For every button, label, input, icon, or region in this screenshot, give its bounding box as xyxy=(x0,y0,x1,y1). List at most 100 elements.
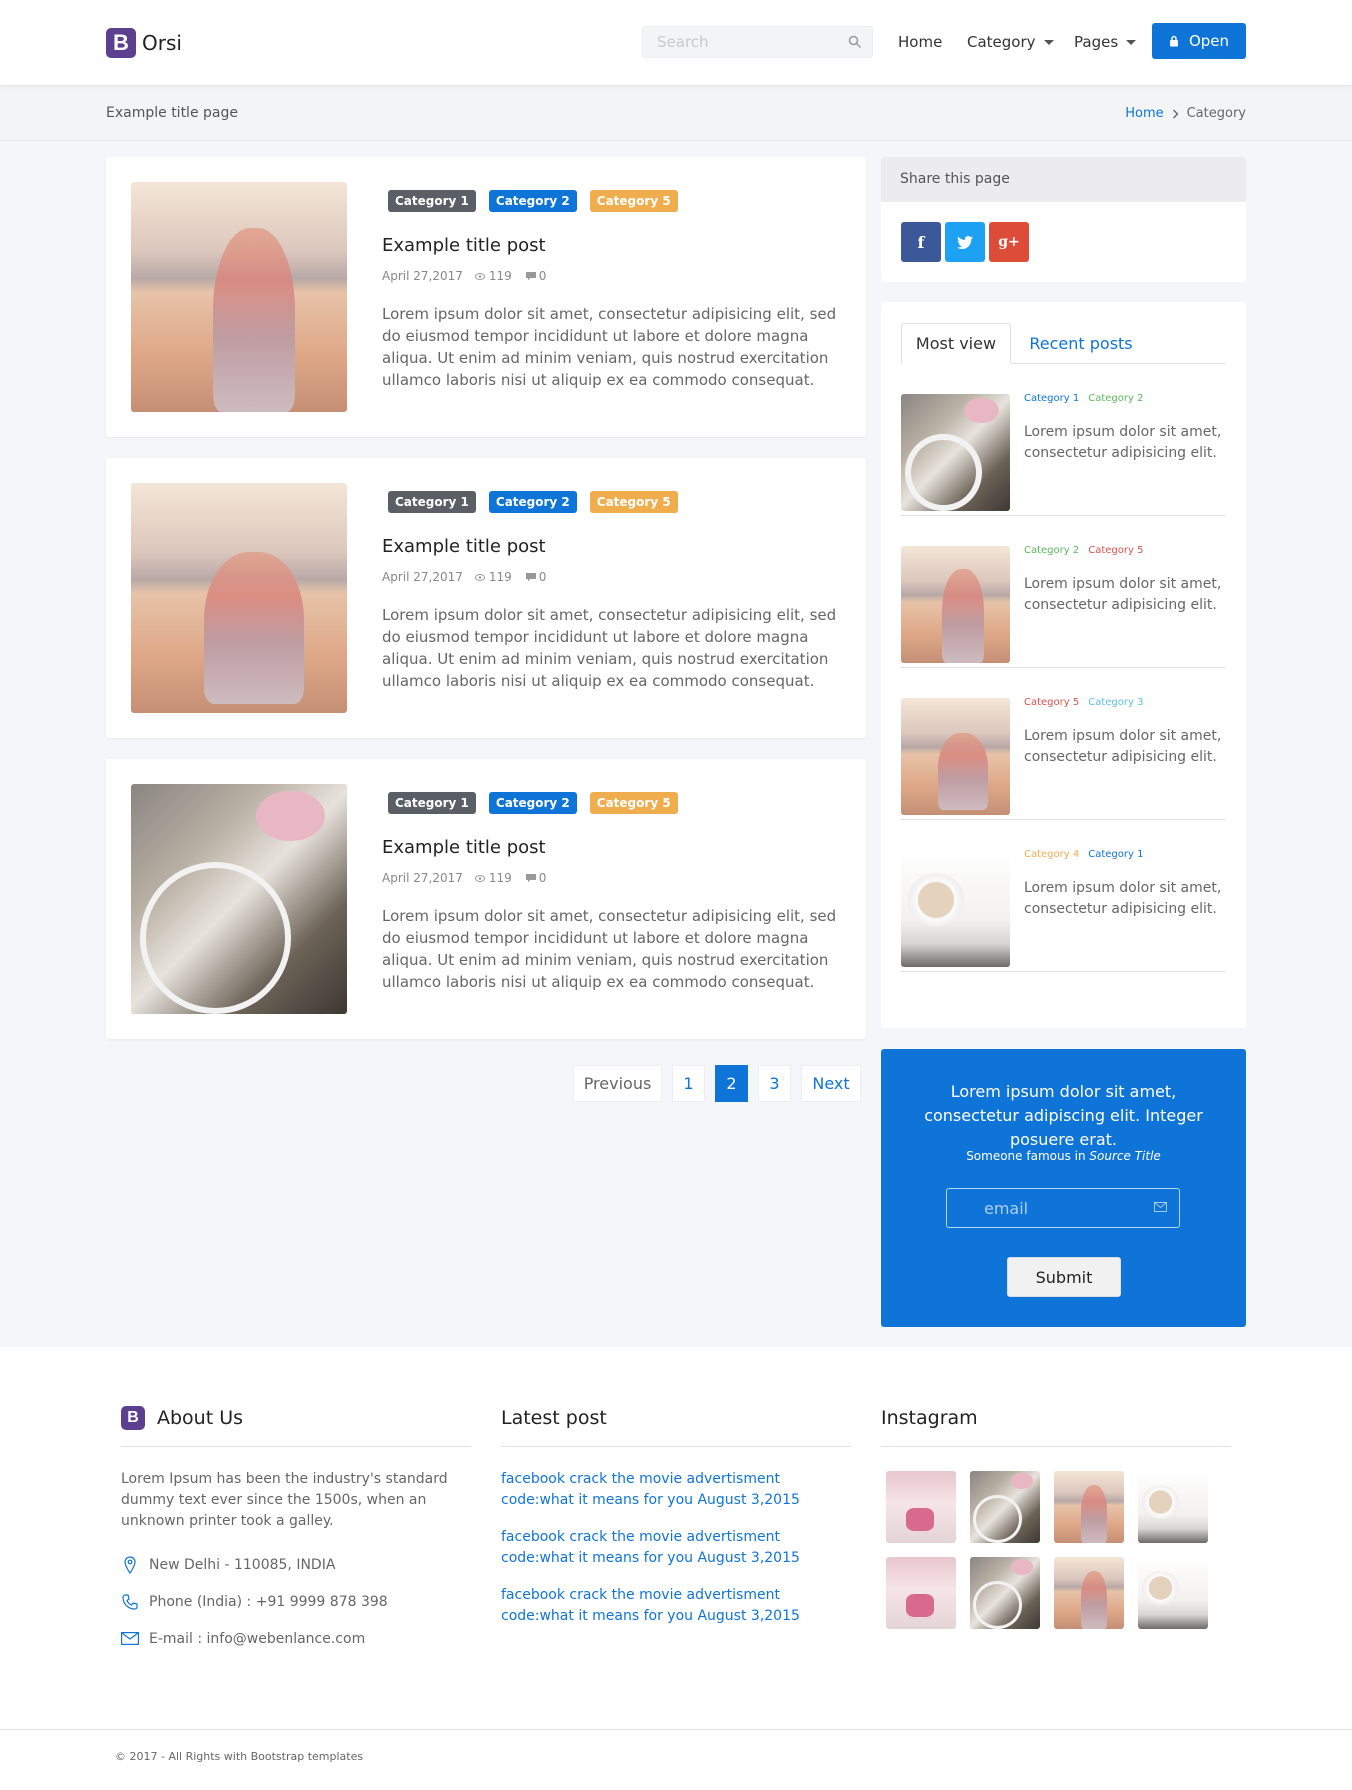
sweets-photo xyxy=(886,1471,956,1543)
side-post-category[interactable]: Category 2 xyxy=(1088,393,1143,404)
eye-icon xyxy=(474,272,485,280)
coffee-photo xyxy=(901,850,1010,967)
caret-down-icon xyxy=(1043,39,1054,45)
brand-logo: B xyxy=(121,1405,145,1430)
side-post-text[interactable]: Lorem ipsum dolor sit amet, consectetur … xyxy=(1024,574,1224,616)
footer-email: E-mail : info@webenlance.com xyxy=(149,1630,366,1647)
side-post-text[interactable]: Lorem ipsum dolor sit amet, consectetur … xyxy=(1024,422,1224,464)
instagram-thumb[interactable] xyxy=(886,1557,956,1629)
tag-category-5[interactable]: Category 5 xyxy=(589,792,678,814)
twitter-icon[interactable] xyxy=(945,222,985,262)
post-title[interactable]: Example title post xyxy=(382,536,546,557)
side-post-category[interactable]: Category 5 xyxy=(1024,697,1079,708)
instagram-thumb[interactable] xyxy=(1054,1471,1124,1543)
post-meta: April 27,2017 119 0 xyxy=(382,871,546,885)
side-post-image[interactable] xyxy=(901,546,1010,663)
nav-category[interactable]: Category xyxy=(967,33,1054,51)
footer-about-text: Lorem Ipsum has been the industry's stan… xyxy=(121,1471,448,1529)
side-post-image[interactable] xyxy=(901,850,1010,967)
footer: B About Us Lorem Ipsum has been the indu… xyxy=(0,1347,1352,1790)
pagination-previous[interactable]: Previous xyxy=(573,1065,662,1102)
footer-address: New Delhi - 110085, INDIA xyxy=(149,1556,336,1573)
tag-category-1[interactable]: Category 1 xyxy=(388,792,476,814)
post-views: 119 xyxy=(488,570,512,584)
coffee-photo xyxy=(1138,1471,1208,1543)
latest-post-link[interactable]: facebook crack the movie advertisment co… xyxy=(501,1469,851,1511)
latest-post-link[interactable]: facebook crack the movie advertisment co… xyxy=(501,1585,851,1627)
nav-home[interactable]: Home xyxy=(898,33,942,51)
tag-category-5[interactable]: Category 5 xyxy=(589,491,678,513)
share-widget: Share this page f g+ xyxy=(881,157,1246,282)
side-post-category[interactable]: Category 3 xyxy=(1088,697,1143,708)
beach-photo xyxy=(1054,1471,1124,1543)
instagram-thumb[interactable] xyxy=(1138,1471,1208,1543)
side-post-image[interactable] xyxy=(901,698,1010,815)
facebook-icon[interactable]: f xyxy=(901,222,941,262)
pagination-page-1[interactable]: 1 xyxy=(672,1065,705,1102)
bicycle-photo xyxy=(970,1471,1040,1543)
side-post-category[interactable]: Category 5 xyxy=(1088,545,1143,556)
comment-icon xyxy=(525,271,536,280)
search-icon[interactable] xyxy=(848,35,862,49)
newsletter-cite: Someone famous in Source Title xyxy=(881,1149,1246,1163)
post-views: 119 xyxy=(488,871,512,885)
coffee-photo xyxy=(1138,1557,1208,1629)
open-button-label: Open xyxy=(1188,32,1230,50)
brand[interactable]: B Orsi xyxy=(106,28,182,58)
tag-category-2[interactable]: Category 2 xyxy=(488,190,577,212)
side-post-categories: Category 2 Category 5 xyxy=(1024,545,1152,556)
tab-recent-posts[interactable]: Recent posts xyxy=(1021,323,1141,364)
side-post-category[interactable]: Category 2 xyxy=(1024,545,1079,556)
side-post-category[interactable]: Category 4 xyxy=(1024,849,1079,860)
chevron-right-icon xyxy=(1172,109,1179,118)
google-plus-icon[interactable]: g+ xyxy=(989,222,1029,262)
instagram-thumb[interactable] xyxy=(886,1471,956,1543)
instagram-thumb[interactable] xyxy=(970,1471,1040,1543)
side-post-category[interactable]: Category 1 xyxy=(1024,393,1079,404)
instagram-thumb[interactable] xyxy=(970,1557,1040,1629)
side-post-image[interactable] xyxy=(901,394,1010,511)
tag-category-5[interactable]: Category 5 xyxy=(589,190,678,212)
email-field[interactable] xyxy=(968,1189,1158,1227)
post-title[interactable]: Example title post xyxy=(382,837,546,858)
tag-category-2[interactable]: Category 2 xyxy=(488,792,577,814)
list-item[interactable]: Category 4 Category 1 Lorem ipsum dolor … xyxy=(901,820,1226,972)
post-image[interactable] xyxy=(131,784,347,1014)
breadcrumb-bar: Example title page Home Category xyxy=(0,85,1352,141)
search-input[interactable] xyxy=(643,27,833,57)
side-post-category[interactable]: Category 1 xyxy=(1088,849,1143,860)
footer-latest-posts: Latest post facebook crack the movie adv… xyxy=(501,1401,851,1627)
tag-category-1[interactable]: Category 1 xyxy=(388,491,476,513)
post-meta: April 27,2017 119 0 xyxy=(382,269,546,283)
side-post-text[interactable]: Lorem ipsum dolor sit amet, consectetur … xyxy=(1024,726,1224,768)
open-button[interactable]: Open xyxy=(1152,23,1246,59)
nav-pages-label: Pages xyxy=(1074,33,1119,51)
post-image[interactable] xyxy=(131,483,347,713)
pagination-next[interactable]: Next xyxy=(801,1065,861,1102)
breadcrumb-home-link[interactable]: Home xyxy=(1125,106,1163,121)
post-excerpt: Lorem ipsum dolor sit amet, consectetur … xyxy=(382,606,837,690)
latest-post-link[interactable]: facebook crack the movie advertisment co… xyxy=(501,1527,851,1569)
eye-icon xyxy=(474,573,485,581)
submit-button[interactable]: Submit xyxy=(1007,1257,1121,1297)
tab-most-view[interactable]: Most view xyxy=(901,323,1011,364)
post-image[interactable] xyxy=(131,182,347,412)
instagram-thumb[interactable] xyxy=(1054,1557,1124,1629)
beach-photo xyxy=(1054,1557,1124,1629)
list-item[interactable]: Category 2 Category 5 Lorem ipsum dolor … xyxy=(901,516,1226,668)
pagination-page-2[interactable]: 2 xyxy=(715,1065,748,1102)
list-item[interactable]: Category 1 Category 2 Lorem ipsum dolor … xyxy=(901,364,1226,516)
list-item[interactable]: Category 5 Category 3 Lorem ipsum dolor … xyxy=(901,668,1226,820)
tag-category-2[interactable]: Category 2 xyxy=(488,491,577,513)
side-post-text[interactable]: Lorem ipsum dolor sit amet, consectetur … xyxy=(1024,878,1224,920)
post-title[interactable]: Example title post xyxy=(382,235,546,256)
nav-pages[interactable]: Pages xyxy=(1074,33,1137,51)
breadcrumb-current: Category xyxy=(1186,106,1246,121)
breadcrumb: Home Category xyxy=(1125,106,1246,121)
post-date: April 27,2017 xyxy=(382,871,463,885)
cite-prefix: Someone famous in xyxy=(966,1149,1086,1163)
post-date: April 27,2017 xyxy=(382,570,463,584)
instagram-thumb[interactable] xyxy=(1138,1557,1208,1629)
pagination-page-3[interactable]: 3 xyxy=(758,1065,791,1102)
tag-category-1[interactable]: Category 1 xyxy=(388,190,476,212)
